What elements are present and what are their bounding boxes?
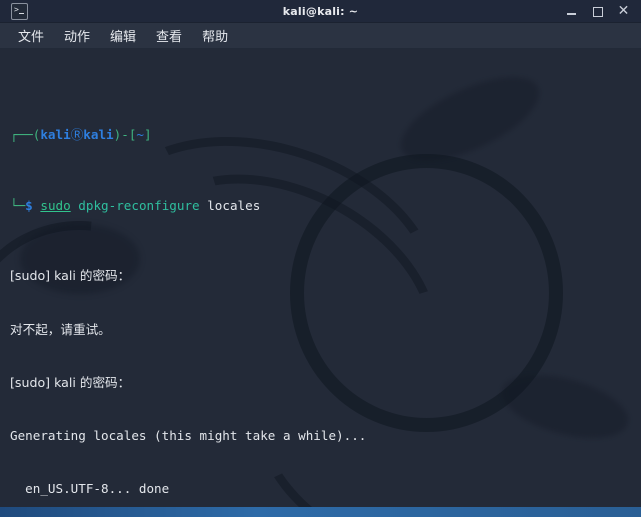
window-controls: ✕ bbox=[565, 2, 641, 19]
command-line-1: └─$ sudo dpkg-reconfigure locales bbox=[10, 197, 641, 215]
minimize-icon bbox=[567, 13, 576, 15]
window-title: kali@kali: ~ bbox=[282, 4, 359, 18]
close-icon: ✕ bbox=[617, 2, 630, 19]
menu-item-file[interactable]: 文件 bbox=[14, 25, 48, 46]
terminal-output: ┌──(kaliⓇkali)-[~] └─$ sudo dpkg-reconfi… bbox=[0, 49, 641, 517]
prompt-user: kali bbox=[40, 126, 71, 142]
output-line: en_US.UTF-8... done bbox=[10, 480, 170, 496]
menu-item-help[interactable]: 帮助 bbox=[198, 25, 232, 46]
prompt-bracket-close: ] bbox=[144, 126, 152, 142]
command-sudo: sudo bbox=[40, 197, 71, 213]
terminal-icon: > bbox=[11, 2, 28, 20]
desktop-taskbar[interactable] bbox=[0, 507, 641, 517]
title-bar[interactable]: > kali@kali: ~ ✕ bbox=[0, 0, 641, 23]
menu-item-edit[interactable]: 编辑 bbox=[106, 25, 140, 46]
output-line: [sudo] kali 的密码： bbox=[10, 268, 131, 284]
output-line: 对不起，请重试。 bbox=[10, 321, 111, 337]
prompt-host: kali bbox=[83, 126, 114, 142]
menu-item-actions[interactable]: 动作 bbox=[60, 25, 94, 46]
at-symbol-icon: Ⓡ bbox=[70, 126, 84, 142]
terminal-window: > kali@kali: ~ ✕ 文件 动作 编辑 查看 帮助 ┌──(kali… bbox=[0, 0, 641, 517]
command-program: dpkg-reconfigure bbox=[78, 197, 200, 213]
prompt-dash: - bbox=[121, 126, 129, 142]
minimize-button[interactable] bbox=[565, 5, 578, 18]
prompt-dollar: $ bbox=[25, 197, 33, 213]
prompt-box-top: ┌── bbox=[10, 126, 33, 142]
command-args: locales bbox=[207, 197, 261, 213]
scrollbar-left-edge[interactable] bbox=[0, 49, 4, 517]
output-line: [sudo] kali 的密码： bbox=[10, 374, 131, 390]
output-line: Generating locales (this might take a wh… bbox=[10, 427, 367, 443]
menu-bar: 文件 动作 编辑 查看 帮助 bbox=[0, 23, 641, 49]
menu-item-view[interactable]: 查看 bbox=[152, 25, 186, 46]
terminal-icon-underscore bbox=[19, 12, 24, 14]
prompt-path: ~ bbox=[136, 126, 144, 142]
maximize-button[interactable] bbox=[591, 5, 604, 18]
prompt-box-bottom: └─ bbox=[10, 197, 26, 213]
terminal-area[interactable]: ┌──(kaliⓇkali)-[~] └─$ sudo dpkg-reconfi… bbox=[0, 49, 641, 517]
maximize-icon bbox=[593, 6, 603, 17]
prompt-top-line: ┌──(kaliⓇkali)-[~] bbox=[10, 126, 641, 144]
close-button[interactable]: ✕ bbox=[617, 2, 630, 19]
